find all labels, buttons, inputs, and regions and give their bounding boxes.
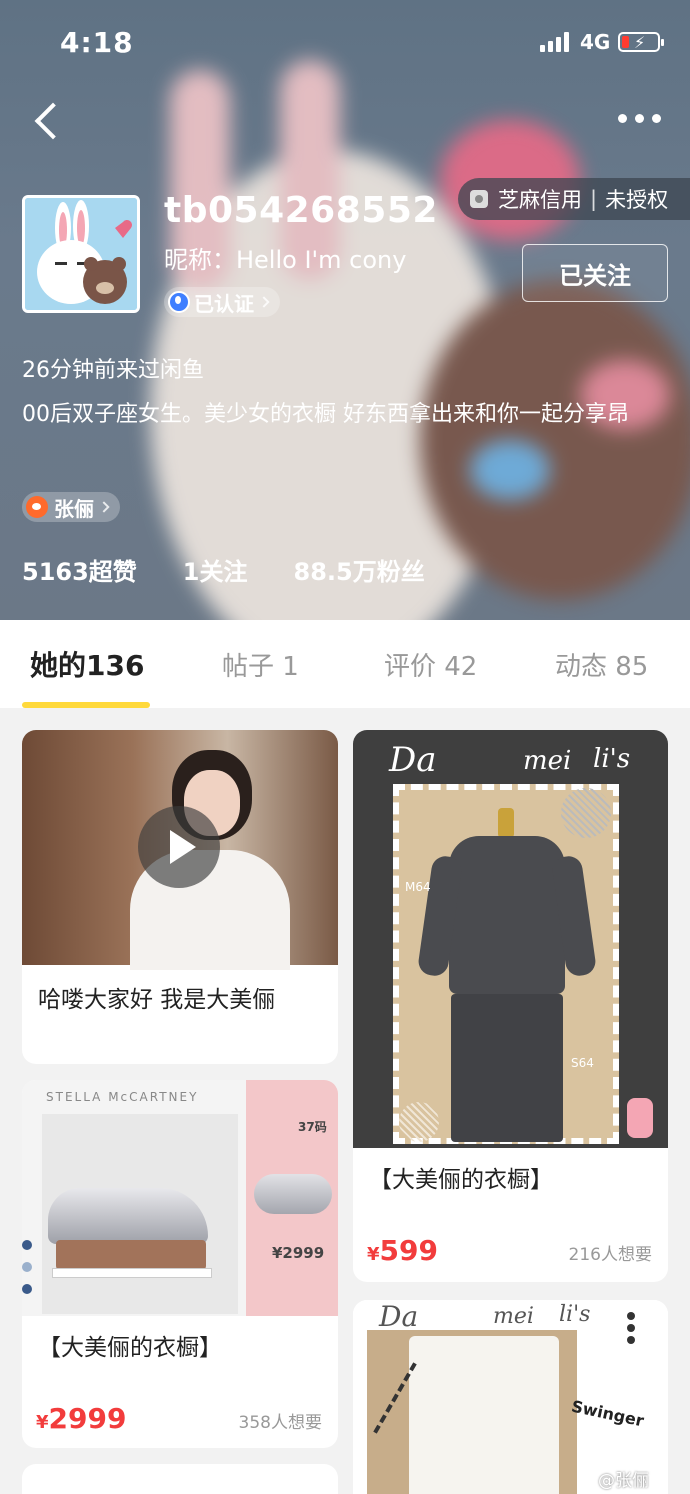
wants-count: 216人想要 [568,1245,652,1265]
status-time: 4:18 [60,26,134,59]
tab-items[interactable]: 她的136 [30,644,144,684]
verified-badge[interactable]: 已认证 [164,287,280,317]
nickname: 昵称：Hello I'm cony [164,246,407,274]
sesame-credit-icon [470,190,488,208]
bio-text: 00后双子座女生。美少女的衣橱 好东西拿出来和你一起分享昂 [22,402,629,427]
verified-label: 已认证 [194,291,254,316]
wants-count: 358人想要 [238,1413,322,1433]
item-price: ¥2999 [36,1402,126,1435]
item-card[interactable] [22,1464,338,1494]
profile-header: 4:18 4G ⚡ 芝麻信用 | 未授权 tb054268552 昵称：Hell… [0,0,690,620]
item-image: STELLA McCARTNEY 37码 ¥2999 [22,1080,338,1316]
chevron-right-icon [258,296,270,308]
profile-stats: 5163超赞 1关注 88.5万粉丝 [22,552,471,587]
item-card-video[interactable]: 哈喽大家好 我是大美俪 [22,730,338,1064]
currency-symbol: ¥ [367,1244,380,1265]
avatar[interactable] [22,195,140,313]
tab-reviews[interactable]: 评价 42 [384,646,477,683]
user-id: tb054268552 [164,190,438,231]
brand-script-lis: li's [593,744,631,774]
status-bar: 4:18 4G ⚡ [0,0,690,86]
active-tab-indicator [22,702,150,708]
item-price: ¥599 [367,1234,438,1267]
item-card[interactable]: STELLA McCARTNEY 37码 ¥2999 【大美俪的衣橱】 ¥299… [22,1080,338,1448]
item-card[interactable]: Da mei li's M64 S64 【大美俪的衣橱】 ¥599 216人想要 [353,730,668,1282]
item-title: 【大美俪的衣橱】 [38,1335,222,1361]
weibo-icon [26,496,48,518]
weibo-link[interactable]: 张俪 [22,492,120,522]
brand-text: STELLA McCARTNEY [46,1090,199,1104]
back-button[interactable] [30,100,70,144]
brand-script-da: Da [389,740,437,780]
credit-label: 芝麻信用 [498,188,582,212]
item-image: Da mei li's Swinger [353,1300,668,1494]
tab-posts[interactable]: 帖子 1 [222,646,299,683]
avatar-illustration [25,198,137,310]
credit-status: 未授权 [605,188,669,212]
item-title: 【大美俪的衣橱】 [369,1167,553,1193]
currency-symbol: ¥ [36,1412,49,1433]
following-count[interactable]: 1关注 [183,552,248,587]
tag-text: Swinger [569,1396,646,1431]
size-label-bottom: S64 [571,1056,594,1070]
brand-script-mei: mei [493,1304,534,1329]
likes-count[interactable]: 5163超赞 [22,552,137,587]
chevron-right-icon [98,501,110,513]
tab-activity[interactable]: 动态 85 [555,646,648,683]
verified-icon [168,291,190,313]
video-thumbnail [22,730,338,970]
size-label-top: M64 [405,880,431,894]
weibo-name: 张俪 [54,496,94,521]
price-amount: 2999 [48,1402,127,1435]
brand-script-mei: mei [523,746,572,776]
item-title: 哈喽大家好 我是大美俪 [38,987,276,1013]
signal-icon [540,32,569,52]
play-icon[interactable] [138,806,220,888]
sesame-credit-badge[interactable]: 芝麻信用 | 未授权 [458,178,690,220]
fans-count[interactable]: 88.5万粉丝 [294,552,425,587]
item-card[interactable]: Da mei li's Swinger [353,1300,668,1494]
last-visit-text: 26分钟前来过闲鱼 [22,358,204,383]
watermark: @张俪 [598,1471,649,1491]
battery-icon: ⚡ [618,32,664,52]
size-text: 37码 [298,1120,327,1134]
price-amount: 599 [379,1234,438,1267]
profile-tabs: 她的136 帖子 1 评价 42 动态 85 [0,620,690,708]
item-image: Da mei li's M64 S64 [353,730,668,1148]
follow-button[interactable]: 已关注 [522,244,668,302]
brand-script-da: Da [379,1300,419,1333]
brand-script-lis: li's [559,1302,591,1327]
image-price-text: ¥2999 [272,1244,325,1262]
network-label: 4G [580,30,611,54]
more-options-icon[interactable] [618,114,666,130]
